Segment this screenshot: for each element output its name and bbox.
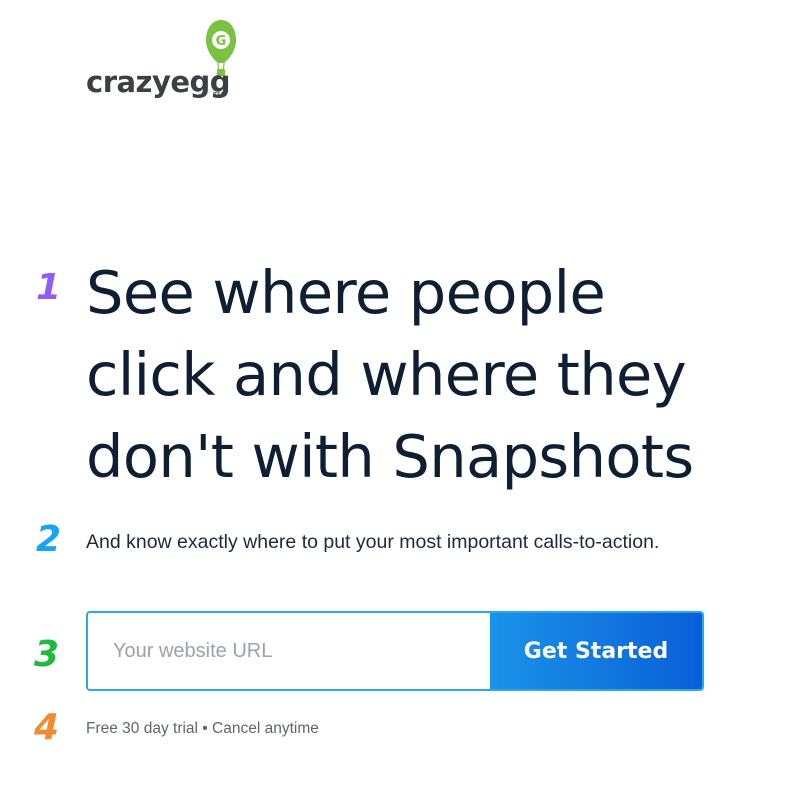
website-url-input[interactable] (88, 613, 490, 689)
landing-page: G crazyegg TM 1 2 3 4 See where people c… (0, 0, 794, 786)
balloon-letter: G (216, 34, 227, 49)
logo-wordmark: crazyegg (86, 65, 231, 99)
logo-trademark: TM (213, 92, 224, 99)
step-number-1: 1 (36, 267, 62, 308)
trial-note: Free 30 day trial • Cancel anytime (86, 720, 319, 737)
headline-line-3: don't with Snapshots (86, 422, 694, 491)
step-number-2: 2 (36, 519, 62, 560)
crazyegg-logo[interactable]: G crazyegg TM (86, 18, 246, 102)
get-started-button[interactable]: Get Started (490, 613, 702, 689)
step-number-4: 4 (34, 707, 60, 748)
headline-line-1: See where people (86, 258, 606, 327)
hero-subheadline: And know exactly where to put your most … (86, 531, 660, 553)
signup-form: Get Started (86, 611, 704, 691)
headline-line-2: click and where they (86, 340, 687, 409)
hero-headline: See where people click and where they do… (86, 252, 792, 498)
step-number-3: 3 (34, 634, 60, 675)
